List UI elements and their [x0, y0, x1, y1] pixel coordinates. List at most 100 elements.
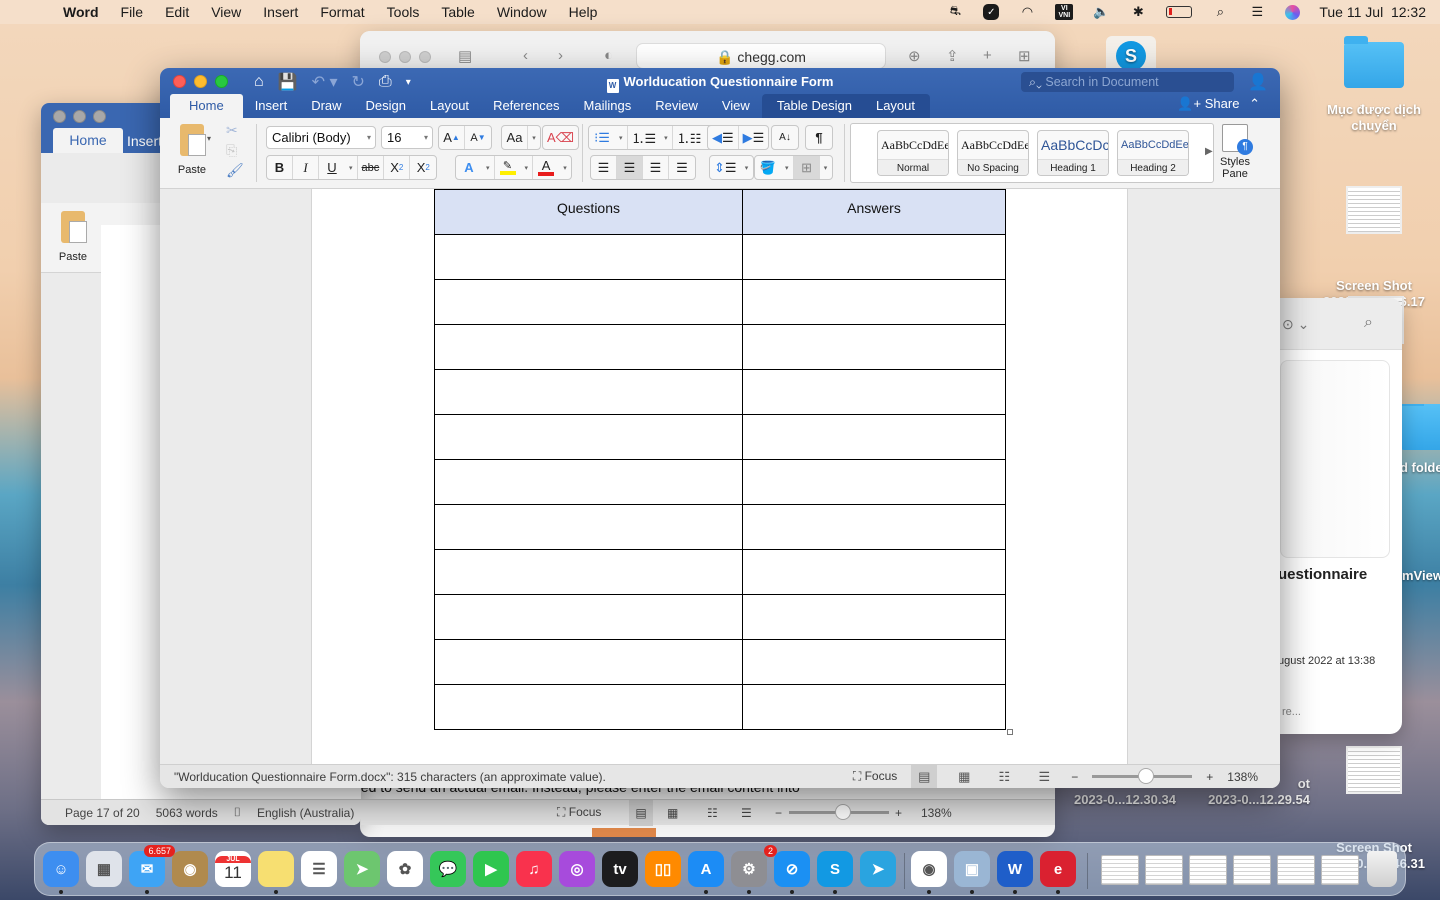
dock-system-settings-icon[interactable]: ⚙ 2	[731, 845, 777, 887]
menu-window[interactable]: Window	[486, 4, 558, 20]
document-page[interactable]: Questions Answers	[311, 189, 1128, 764]
wifi-icon[interactable]: ◠	[1018, 4, 1036, 20]
align-right-icon[interactable]: ☰	[643, 156, 669, 179]
underline-button[interactable]: U	[319, 156, 345, 179]
tab-insert[interactable]: Insert	[127, 133, 162, 149]
answer-cell[interactable]	[742, 459, 1006, 505]
chevron-down-icon[interactable]: ▾	[781, 156, 794, 179]
dock-recent-document[interactable]	[1101, 855, 1139, 885]
clock[interactable]: Tue 11 Jul 12:32	[1319, 4, 1426, 20]
tab-home[interactable]: Home	[170, 94, 243, 118]
align-center-icon[interactable]: ☰	[617, 156, 643, 179]
menu-app-name[interactable]: Word	[52, 4, 110, 20]
desktop-folder-alias[interactable]: Mục được dịch chuyển	[1326, 36, 1422, 134]
search-icon[interactable]: ⌕	[1364, 314, 1373, 332]
question-cell[interactable]	[434, 414, 743, 460]
chevron-down-icon[interactable]: ▾	[660, 126, 673, 149]
clear-formatting-button[interactable]: A⌫	[542, 125, 580, 150]
menu-view[interactable]: View	[200, 4, 252, 20]
spotlight-search-icon[interactable]: ⌕	[1211, 4, 1229, 20]
question-cell[interactable]	[434, 684, 743, 730]
header-questions[interactable]: Questions	[434, 189, 743, 235]
line-spacing-button[interactable]: ⇕ ☰ ▾	[709, 155, 754, 180]
close-button[interactable]	[379, 51, 391, 63]
web-layout-button[interactable]: ▦	[951, 765, 977, 789]
dock-facetime-icon[interactable]: ▶	[473, 851, 509, 887]
underline-options-caret[interactable]: ▾	[345, 156, 358, 179]
dock-messages-icon[interactable]: 💬	[430, 851, 466, 887]
bluetooth-icon[interactable]: ✱	[1129, 4, 1147, 20]
focus-button[interactable]: ⛶ Focus	[557, 805, 601, 820]
font-name-select[interactable]: Calibri (Body) ▾	[266, 126, 376, 149]
answer-cell[interactable]	[742, 279, 1006, 325]
comments-icon[interactable]: 👤	[1248, 72, 1268, 92]
style-heading-1[interactable]: AaBbCcDc Heading 1	[1037, 130, 1109, 176]
question-cell[interactable]	[434, 594, 743, 640]
decrease-font-size-icon[interactable]: A ▼	[465, 126, 491, 149]
dock-recent-document[interactable]	[1321, 855, 1359, 885]
dock-tv-icon[interactable]: tv	[602, 851, 638, 887]
justify-icon[interactable]: ☰	[669, 156, 695, 179]
answer-cell[interactable]	[742, 369, 1006, 415]
tab-home[interactable]: Home	[53, 128, 123, 153]
tab-table-design[interactable]: Table Design	[761, 94, 864, 118]
zoom-level[interactable]: 138%	[1227, 770, 1258, 784]
tab-table-layout[interactable]: Layout	[863, 94, 931, 118]
tab-layout[interactable]: Layout	[418, 94, 481, 118]
question-cell[interactable]	[434, 279, 743, 325]
expressvpn-status-icon[interactable]: ⛐	[946, 3, 964, 20]
header-answers[interactable]: Answers	[742, 189, 1006, 235]
bold-button[interactable]: B	[267, 156, 293, 179]
minimize-button[interactable]	[399, 51, 411, 63]
chevron-down-icon[interactable]: ▾	[521, 156, 534, 179]
focus-button[interactable]: ⛶ Focus	[853, 769, 897, 784]
page-count[interactable]: Page 17 of 20	[65, 806, 140, 820]
address-bar[interactable]: 🔒 chegg.com	[636, 43, 886, 69]
dock-word-icon[interactable]: W	[997, 851, 1033, 887]
share-icon[interactable]: ⇪	[946, 47, 959, 65]
strikethrough-button[interactable]: abc	[358, 156, 385, 179]
zoom-slider[interactable]	[1092, 768, 1193, 784]
increase-indent-icon[interactable]: ▶ ☰	[739, 126, 769, 149]
collapse-ribbon-icon[interactable]: ⌃	[1249, 96, 1260, 111]
dock-recent-document[interactable]	[1145, 855, 1183, 885]
sidebar-icon[interactable]: ▤	[458, 47, 472, 65]
answer-cell[interactable]	[742, 684, 1006, 730]
dock-podcasts-icon[interactable]: ◎	[559, 851, 595, 887]
question-cell[interactable]	[434, 549, 743, 595]
desktop-folder[interactable]	[1400, 404, 1440, 450]
question-cell[interactable]	[434, 459, 743, 505]
tab-view[interactable]: View	[710, 94, 762, 118]
proofing-icon[interactable]: ⌷	[234, 805, 241, 820]
new-tab-icon[interactable]: +	[983, 47, 992, 64]
paste-button[interactable]: Paste	[172, 124, 212, 176]
dock-finder-icon[interactable]: ☺	[43, 851, 79, 887]
document-preview-thumbnail[interactable]	[1280, 360, 1390, 558]
sort-button[interactable]: A↓	[771, 125, 799, 150]
tab-insert[interactable]: Insert	[243, 94, 300, 118]
dock-books-icon[interactable]: ▯▯	[645, 851, 681, 887]
more-actions-icon[interactable]: ⊙ ⌄	[1282, 316, 1309, 333]
chevron-down-icon[interactable]: ▾	[482, 156, 495, 179]
chevron-down-icon[interactable]: ▾	[615, 126, 628, 149]
table-resize-handle[interactable]	[1007, 729, 1013, 735]
paste-button[interactable]: Paste	[53, 211, 93, 263]
control-center-icon[interactable]: ☰	[1248, 4, 1266, 20]
zoom-out-button[interactable]: −	[1071, 770, 1078, 784]
answer-cell[interactable]	[742, 324, 1006, 370]
language[interactable]: English (Australia)	[257, 806, 354, 820]
dock-reminders-icon[interactable]: ☰	[301, 851, 337, 887]
desktop-screenshot-label[interactable]: 2023-0...12.30.34	[1070, 792, 1180, 808]
print-layout-button[interactable]: ▤	[911, 764, 938, 788]
print-layout-button[interactable]: ▤	[629, 799, 653, 826]
dock-music-icon[interactable]: ♫	[516, 851, 552, 887]
style-normal[interactable]: AaBbCcDdEe Normal	[877, 130, 949, 176]
dock-notes-icon[interactable]	[258, 851, 294, 887]
increase-font-size-icon[interactable]: A ▲	[439, 126, 465, 149]
shading-icon[interactable]: 🪣	[755, 156, 781, 179]
dock-calendar-icon[interactable]: JUL 11	[215, 851, 251, 887]
menu-file[interactable]: File	[110, 4, 155, 20]
zoom-slider[interactable]	[789, 804, 889, 820]
show-formatting-button[interactable]: ¶	[805, 125, 833, 150]
answer-cell[interactable]	[742, 639, 1006, 685]
